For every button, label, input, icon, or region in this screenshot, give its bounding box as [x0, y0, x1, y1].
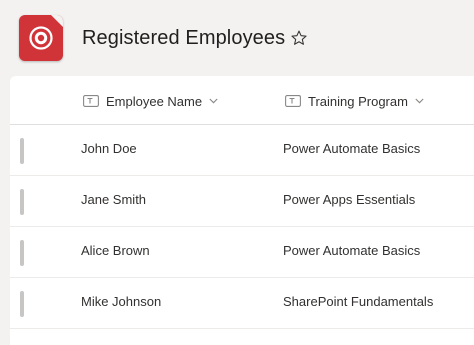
text-column-icon	[285, 95, 301, 107]
training-program-cell: Power Automate Basics	[283, 243, 421, 258]
employee-name-cell: John Doe	[81, 141, 137, 156]
employee-name-cell: Alice Brown	[81, 243, 150, 258]
row-select-handle[interactable]	[20, 240, 24, 266]
column-header-training-program[interactable]: Training Program	[285, 92, 424, 110]
row-select-handle[interactable]	[20, 138, 24, 164]
column-label: Training Program	[308, 93, 408, 109]
list-header: Registered Employees	[0, 0, 474, 76]
table-header: Employee Name Training Program	[10, 76, 474, 125]
text-column-icon	[83, 95, 99, 107]
table-row[interactable]: Jane Smith Power Apps Essentials	[10, 176, 474, 227]
chevron-down-icon[interactable]	[209, 98, 218, 104]
star-outline-icon[interactable]	[290, 29, 308, 47]
column-header-employee-name[interactable]: Employee Name	[83, 92, 218, 110]
employee-name-cell: Mike Johnson	[81, 294, 162, 309]
row-select-handle[interactable]	[20, 189, 24, 215]
employee-name-cell: Jane Smith	[81, 192, 147, 207]
training-program-cell: Power Automate Basics	[283, 141, 421, 156]
table-row[interactable]: Mike Johnson SharePoint Fundamentals	[10, 278, 474, 329]
lists-app-icon[interactable]	[19, 15, 63, 61]
chevron-down-icon[interactable]	[415, 98, 424, 104]
list-table: Employee Name Training Program John Doe …	[10, 76, 474, 345]
table-row[interactable]: John Doe Power Automate Basics	[10, 125, 474, 176]
row-select-handle[interactable]	[20, 291, 24, 317]
training-program-cell: Power Apps Essentials	[283, 192, 416, 207]
column-label: Employee Name	[106, 93, 203, 109]
training-program-cell: SharePoint Fundamentals	[283, 294, 434, 309]
table-row[interactable]: Alice Brown Power Automate Basics	[10, 227, 474, 278]
list-title: Registered Employees	[82, 27, 286, 49]
target-icon	[29, 26, 53, 50]
